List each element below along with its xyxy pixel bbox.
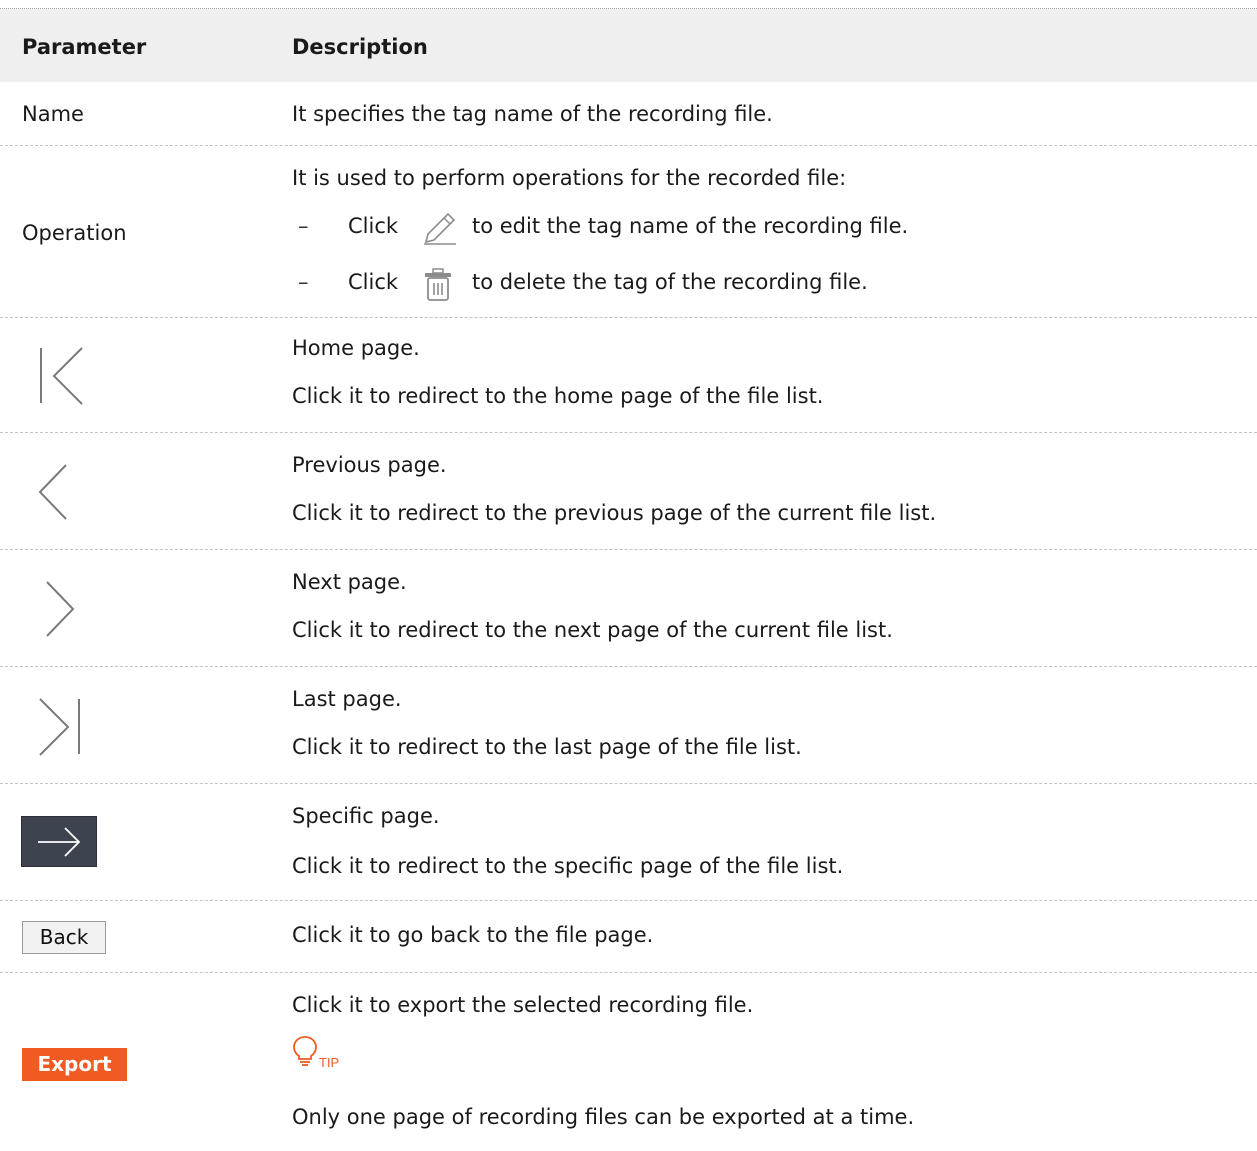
lightbulb-icon bbox=[292, 1035, 318, 1072]
first-page-icon[interactable] bbox=[38, 346, 88, 406]
desc-next: Click it to redirect to the next page of… bbox=[292, 618, 893, 642]
desc-last: Click it to redirect to the last page of… bbox=[292, 735, 802, 759]
table-row-back: Back Click it to go back to the file pag… bbox=[0, 900, 1257, 972]
last-page-icon[interactable] bbox=[38, 697, 88, 757]
arrow-right-icon bbox=[36, 826, 82, 863]
tip-text: Only one page of recording files can be … bbox=[292, 1105, 915, 1129]
desc-specific: Click it to redirect to the specific pag… bbox=[292, 854, 844, 878]
table-row-export: Export Click it to export the selected r… bbox=[0, 972, 1257, 1151]
table-row-last: Last page. Click it to redirect to the l… bbox=[0, 666, 1257, 783]
list-item: – Click to edit the tag name of the reco… bbox=[292, 210, 1192, 246]
table-header: Parameter Description bbox=[0, 8, 1257, 82]
back-button[interactable]: Back bbox=[22, 921, 106, 954]
desc-operation: It is used to perform operations for the… bbox=[292, 166, 847, 190]
header-parameter: Parameter bbox=[22, 35, 147, 59]
previous-page-icon[interactable] bbox=[38, 463, 78, 521]
export-button[interactable]: Export bbox=[22, 1048, 127, 1081]
table-row-previous: Previous page. Click it to redirect to t… bbox=[0, 432, 1257, 549]
title-last: Last page. bbox=[292, 687, 402, 711]
title-next: Next page. bbox=[292, 570, 407, 594]
title-specific: Specific page. bbox=[292, 804, 440, 828]
list-item: – Click to delete the tag of the recordi… bbox=[292, 266, 1192, 302]
desc-previous: Click it to redirect to the previous pag… bbox=[292, 501, 937, 525]
pencil-icon[interactable] bbox=[420, 210, 460, 251]
tip-label: TIP bbox=[319, 1055, 340, 1070]
table-row-specific: Specific page. Click it to redirect to t… bbox=[0, 783, 1257, 900]
tip-callout: TIP bbox=[292, 1035, 339, 1072]
param-operation: Operation bbox=[22, 221, 127, 245]
header-description: Description bbox=[292, 35, 428, 59]
title-home: Home page. bbox=[292, 336, 420, 360]
table-row-name: Name It specifies the tag name of the re… bbox=[0, 82, 1257, 145]
go-to-page-button[interactable] bbox=[21, 816, 97, 867]
desc-home: Click it to redirect to the home page of… bbox=[292, 384, 824, 408]
table-row-home: Home page. Click it to redirect to the h… bbox=[0, 317, 1257, 432]
next-page-icon[interactable] bbox=[45, 580, 85, 638]
param-name: Name bbox=[22, 102, 84, 126]
table-row-operation: Operation It is used to perform operatio… bbox=[0, 145, 1257, 317]
trash-icon[interactable] bbox=[422, 268, 454, 307]
title-previous: Previous page. bbox=[292, 453, 447, 477]
desc-back: Click it to go back to the file page. bbox=[292, 923, 654, 947]
desc-export: Click it to export the selected recordin… bbox=[292, 993, 754, 1017]
desc-name: It specifies the tag name of the recordi… bbox=[292, 102, 773, 126]
table-row-next: Next page. Click it to redirect to the n… bbox=[0, 549, 1257, 666]
